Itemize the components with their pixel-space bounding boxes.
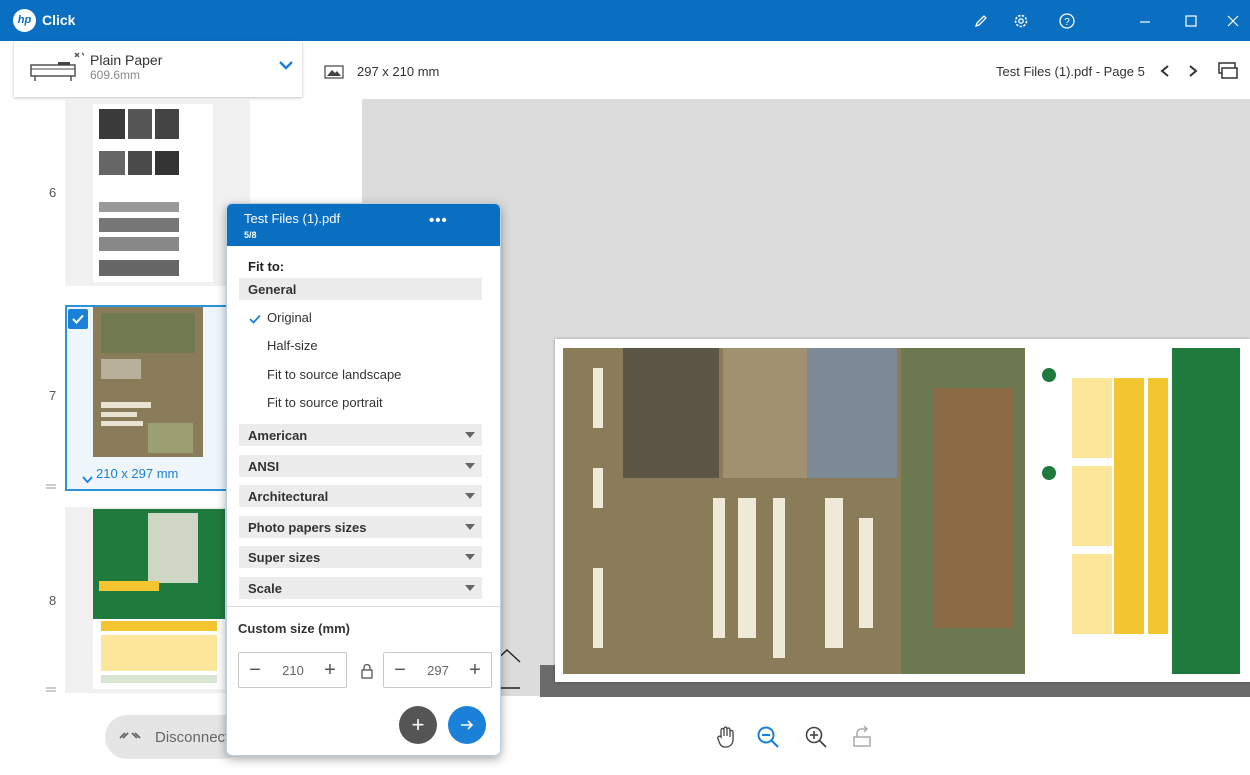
image-size-icon [324,64,344,85]
pen-icon[interactable] [970,10,992,32]
checkmark-icon [249,311,261,329]
disconnected-icon [119,729,141,748]
add-button[interactable]: + [399,706,437,744]
disconnected-status-button[interactable]: Disconnected [105,715,246,759]
size-group-photo-papers[interactable]: Photo papers sizes [239,516,482,538]
thumbnail-checkbox[interactable] [68,309,88,329]
size-group-scale[interactable]: Scale [239,577,482,599]
size-group-american[interactable]: American [239,424,482,446]
general-label: General [248,282,297,297]
thumbnail-flyer-preview [93,307,203,457]
size-group-super-sizes[interactable]: Super sizes [239,546,482,568]
thumbnail-number: 8 [49,593,57,608]
open-house-flyer-preview [563,348,1025,674]
group-label: Architectural [248,489,329,504]
next-page-icon[interactable] [1183,60,1203,82]
caret-down-icon [465,463,475,469]
caret-down-icon [465,554,475,560]
group-label: American [248,428,308,443]
zoom-out-icon[interactable] [755,724,781,750]
pan-hand-icon[interactable] [713,724,739,750]
page-thumbnail-6[interactable] [65,100,250,286]
pages-view-icon[interactable] [1215,60,1241,82]
zoom-in-icon[interactable] [803,724,829,750]
svg-text:?: ? [1064,17,1070,28]
thumbnail-number: 7 [49,388,57,403]
thumbnail-number: 6 [49,185,57,200]
rotate-icon[interactable] [849,724,875,750]
caret-down-icon [465,432,475,438]
printer-icon [28,49,87,90]
lock-icon[interactable] [360,663,374,684]
popup-file-name: Test Files (1).pdf [244,211,341,226]
group-label: Scale [248,581,282,596]
hp-logo-icon: hp [13,9,36,32]
maximize-icon[interactable] [1180,10,1202,32]
divider [227,606,500,607]
paper-width: 609.6mm [90,68,141,82]
group-label: Super sizes [248,550,321,565]
width-value[interactable]: 210 [267,663,319,678]
custom-size-label: Custom size (mm) [238,621,350,636]
page-label: Test Files (1).pdf - Page 5 [996,64,1145,79]
fit-option-original[interactable]: Original [267,310,312,325]
gear-icon[interactable] [1010,10,1032,32]
height-increase-button[interactable]: + [463,658,487,682]
title-bar: hp Click ? [0,0,1250,41]
width-decrease-button[interactable]: − [243,658,267,682]
caret-down-icon [465,524,475,530]
page-options-popup: Test Files (1).pdf 5/8 ••• Fit to: Gener… [226,203,501,756]
fit-option-half-size[interactable]: Half-size [267,338,318,353]
app-title: Click [42,12,76,28]
minimize-icon[interactable] [1134,10,1156,32]
width-stepper[interactable]: − 210 + [238,652,347,688]
height-stepper[interactable]: − 297 + [383,652,492,688]
paper-selector[interactable]: Plain Paper 609.6mm [14,41,302,97]
group-label: Photo papers sizes [248,520,367,535]
caret-down-icon [465,585,475,591]
paper-name: Plain Paper [90,52,163,68]
fit-to-label: Fit to: [248,259,285,274]
height-value[interactable]: 297 [412,663,464,678]
page-thumbnail-7[interactable] [65,305,228,491]
size-group-architectural[interactable]: Architectural [239,485,482,507]
more-options-icon[interactable]: ••• [429,212,448,229]
fit-option-source-portrait[interactable]: Fit to source portrait [267,395,383,410]
thumbnail-health-preview [93,509,225,689]
next-arrow-button[interactable] [448,706,486,744]
thumbnail-size[interactable]: 210 x 297 mm [96,466,178,481]
doctor-schedule-preview [1042,348,1240,674]
width-increase-button[interactable]: + [318,658,342,682]
previous-page-icon[interactable] [1155,60,1175,82]
chevron-down-icon[interactable] [82,471,93,489]
chevron-down-icon[interactable] [278,58,294,76]
close-icon[interactable] [1222,10,1244,32]
thumbnail-page [93,104,213,282]
drag-handle-icon[interactable] [46,477,56,489]
height-decrease-button[interactable]: − [388,658,412,682]
size-group-ansi[interactable]: ANSI [239,455,482,477]
popup-page-count: 5/8 [244,230,257,240]
popup-header: Test Files (1).pdf 5/8 ••• [227,204,500,246]
help-icon[interactable]: ? [1056,10,1078,32]
group-label: ANSI [248,459,280,474]
page-thumbnail-8[interactable] [65,507,250,693]
fit-option-source-landscape[interactable]: Fit to source landscape [267,367,401,382]
drag-handle-icon[interactable] [46,680,56,692]
general-group: General [239,278,482,300]
caret-down-icon [465,493,475,499]
document-size: 297 x 210 mm [357,64,440,79]
